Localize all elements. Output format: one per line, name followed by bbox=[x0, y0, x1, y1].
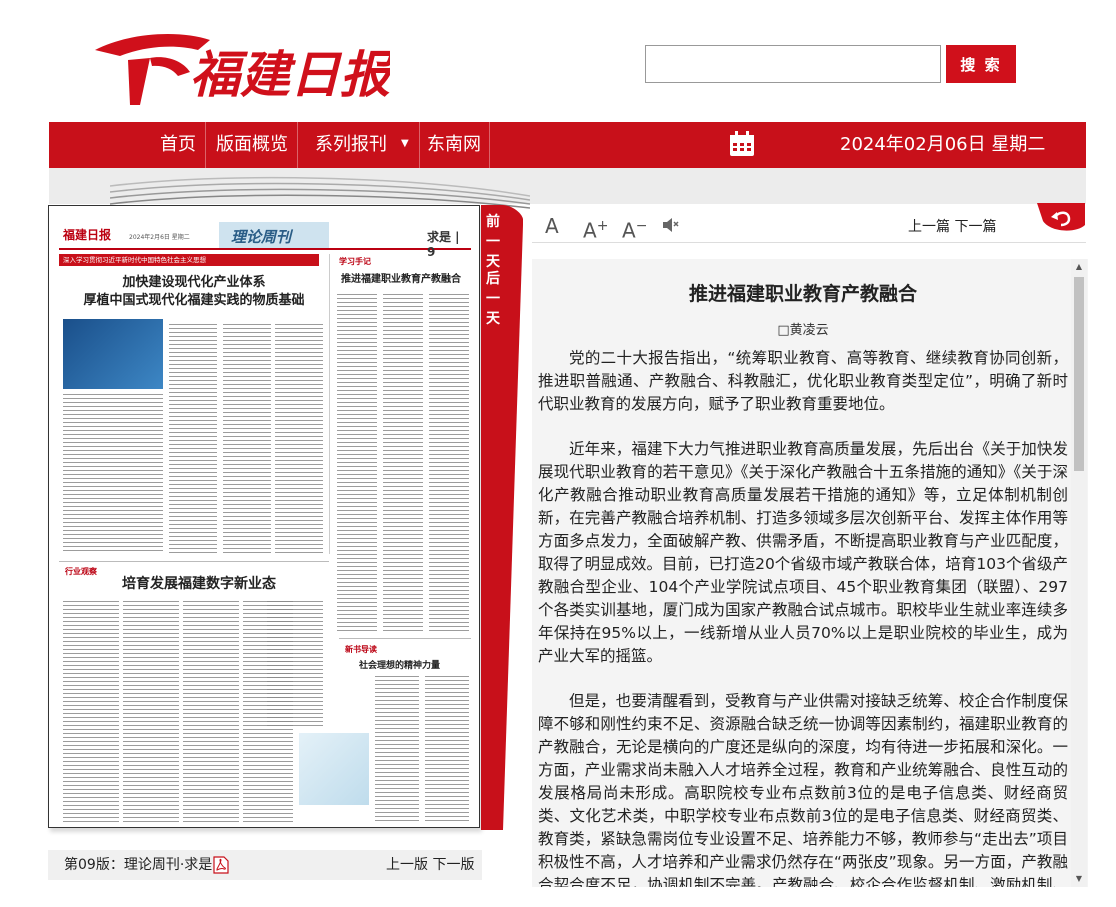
paper-red-strip-text: 深入学习贯彻习近平新时代中国特色社会主义思想 bbox=[63, 256, 206, 264]
article-author: □黄凌云 bbox=[777, 323, 829, 338]
fujian-daily-logo[interactable]: 福建日报 bbox=[90, 20, 390, 110]
article-paragraph: 近年来，福建下大力气推进职业教育高质量发展，先后出台《关于加快发展现代职业教育的… bbox=[538, 440, 1068, 665]
article-nav: 上一篇 下一篇 bbox=[908, 216, 996, 236]
paper-banner: 理论周刊 bbox=[219, 222, 329, 248]
article-body: 党的二十大报告指出，“统筹职业教育、高等教育、继续教育协同创新，推进职普融通、产… bbox=[538, 347, 1068, 887]
next-day-tab[interactable]: 后 一 天 bbox=[484, 268, 502, 328]
newspaper-page-thumbnail[interactable]: 福建日报 2024年2月6日 星期二 理论周刊 求是 | 9 深入学习贯彻习近平… bbox=[48, 205, 480, 828]
paper-headline-second[interactable]: 培育发展福建数字新业态 bbox=[79, 573, 319, 593]
article-scrollbar-thumb[interactable] bbox=[1074, 277, 1084, 471]
scroll-up-icon[interactable]: ▲ bbox=[1071, 259, 1087, 275]
paper-headline-right2[interactable]: 社会理想的精神力量 bbox=[359, 658, 440, 671]
caret-down-icon[interactable]: ▼ bbox=[401, 122, 409, 168]
nav-page-overview[interactable]: 版面概览 bbox=[209, 122, 295, 168]
article-paragraph: 但是，也要清醒看到，受教育与产业供需对接缺乏统筹、校企合作制度保障不够和刚性约束… bbox=[538, 692, 1068, 887]
logo-text: 福建日报 bbox=[190, 45, 390, 104]
nav-home[interactable]: 首页 bbox=[153, 122, 203, 168]
scroll-down-icon[interactable]: ▼ bbox=[1071, 871, 1087, 887]
search-input[interactable] bbox=[645, 45, 941, 83]
font-reset-button[interactable]: A bbox=[545, 212, 559, 240]
paper-date: 2024年2月6日 星期二 bbox=[129, 234, 190, 241]
paper-headline-main-line2: 厚植中国式现代化福建实践的物质基础 bbox=[83, 293, 305, 308]
paper-banner-text: 理论周刊 bbox=[231, 228, 292, 246]
toolbar-divider bbox=[532, 242, 1086, 243]
nav-southeast-net[interactable]: 东南网 bbox=[421, 122, 487, 168]
prev-article-link[interactable]: 上一篇 bbox=[908, 219, 950, 235]
page-label[interactable]: 第09版：理论周刊·求是 bbox=[64, 850, 212, 880]
prev-day-tab[interactable]: 前 一 天 bbox=[484, 211, 502, 271]
prev-page-link[interactable]: 上一版 bbox=[386, 857, 428, 873]
page-nav: 上一版 下一版 bbox=[386, 850, 474, 880]
calendar-icon[interactable] bbox=[729, 131, 755, 157]
paper-image-main bbox=[63, 319, 163, 389]
article-title: 推进福建职业教育产教融合 bbox=[688, 283, 917, 305]
paper-masthead: 福建日报 bbox=[63, 228, 112, 242]
next-page-link[interactable]: 下一版 bbox=[432, 857, 474, 873]
paper-column: 求是 | 9 bbox=[427, 230, 460, 259]
current-date: 2024年02月06日 星期二 bbox=[840, 134, 1046, 155]
article-paragraph: 党的二十大报告指出，“统筹职业教育、高等教育、继续教育协同创新，推进职普融通、产… bbox=[538, 349, 1068, 413]
paper-section-new: 新书导读 bbox=[345, 645, 377, 654]
back-arrow-icon[interactable] bbox=[1037, 203, 1085, 233]
paper-header: 福建日报 2024年2月6日 星期二 理论周刊 求是 | 9 bbox=[59, 220, 471, 259]
speaker-icon[interactable] bbox=[661, 216, 681, 234]
paper-headline-right[interactable]: 推进福建职业教育产教融合 bbox=[341, 270, 461, 285]
nav-series-newspapers[interactable]: 系列报刊 bbox=[311, 122, 391, 168]
font-larger-button[interactable]: A+ bbox=[583, 212, 608, 243]
paper-headline-main-line1: 加快建设现代化产业体系 bbox=[122, 275, 266, 290]
search-button[interactable]: 搜 索 bbox=[946, 45, 1016, 83]
article-panel[interactable]: 推进福建职业教育产教融合 □黄凌云 党的二十大报告指出，“统筹职业教育、高等教育… bbox=[532, 259, 1088, 887]
paper-section-study: 学习手记 bbox=[339, 257, 371, 266]
font-smaller-button[interactable]: A− bbox=[622, 212, 647, 243]
pdf-icon[interactable] bbox=[213, 856, 229, 874]
paper-headline-main[interactable]: 加快建设现代化产业体系 厚植中国式现代化福建实践的物质基础 bbox=[69, 274, 319, 310]
next-article-link[interactable]: 下一篇 bbox=[954, 219, 996, 235]
paper-image-second bbox=[299, 733, 369, 805]
